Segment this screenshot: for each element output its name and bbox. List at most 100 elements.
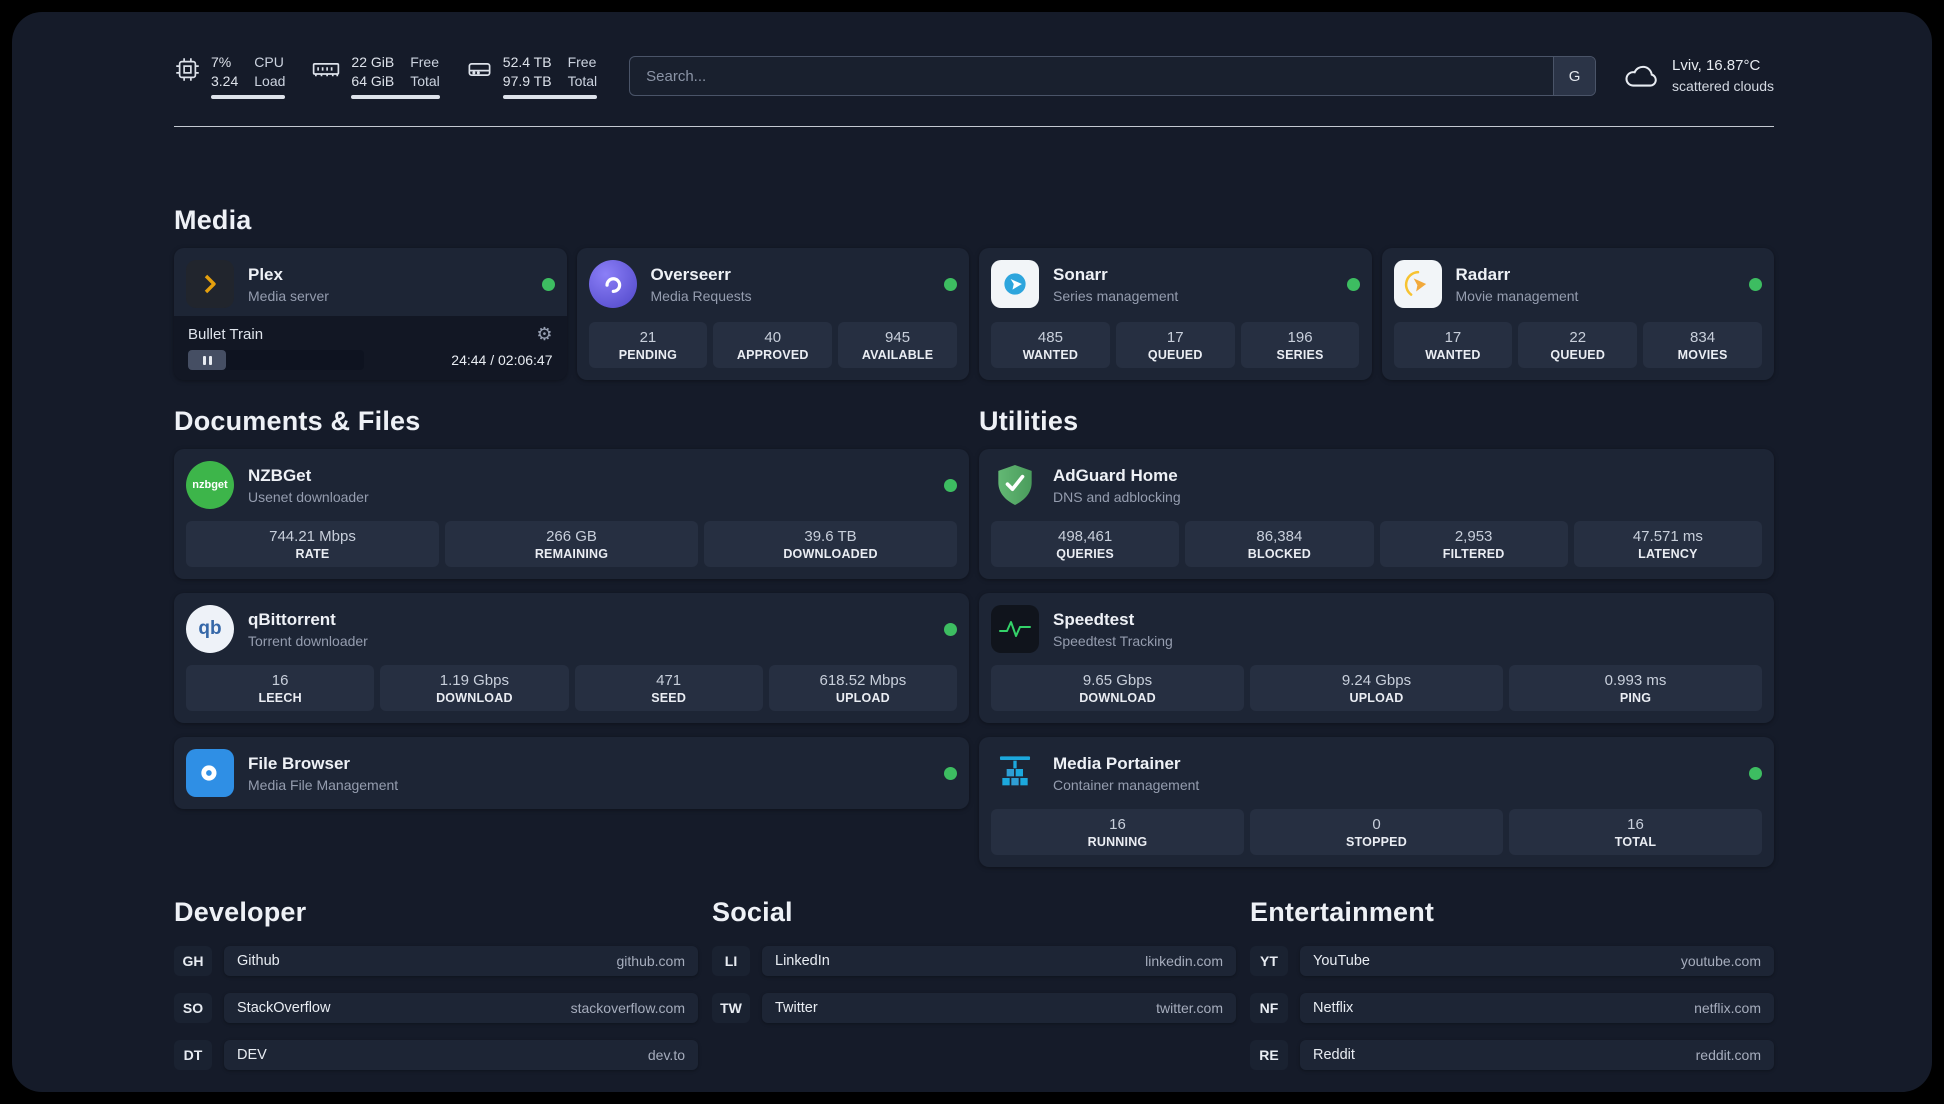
stat-value: 471 (656, 672, 682, 689)
section-title-utilities: Utilities (979, 406, 1079, 436)
bookmark-link-stackoverflow[interactable]: StackOverflow stackoverflow.com (224, 993, 698, 1023)
app-card-plex[interactable]: Plex Media server Bullet Train ⚙ 24:44 /… (174, 248, 567, 380)
gear-icon[interactable]: ⚙ (536, 325, 552, 343)
stat-value: 498,461 (1058, 528, 1113, 545)
stat-value: 196 (1287, 329, 1313, 346)
bookmark-link-reddit[interactable]: Reddit reddit.com (1300, 1040, 1774, 1070)
stat-box: 16 RUNNING (991, 809, 1244, 855)
bookmark-row: NF Netflix netflix.com (1250, 993, 1774, 1023)
app-card-filebrowser[interactable]: File Browser Media File Management (174, 737, 969, 809)
search-engine-button[interactable]: G (1553, 57, 1596, 95)
disk-label-1: Free (567, 54, 597, 71)
qbittorrent-icon[interactable]: qb (186, 605, 234, 653)
memory-labels: Free Total (410, 53, 440, 89)
bookmark-link-dev[interactable]: DEV dev.to (224, 1040, 698, 1070)
app-card-qbittorrent[interactable]: qb qBittorrent Torrent downloader 16 LEE… (174, 593, 969, 723)
status-indicator (1346, 277, 1360, 291)
disk-total: 97.9 TB (502, 72, 552, 89)
cpu-labels: CPU Load (254, 53, 285, 89)
stat-box: 0 STOPPED (1250, 809, 1503, 855)
sonarr-icon[interactable] (991, 260, 1039, 308)
stat-label: STOPPED (1346, 835, 1407, 849)
app-card-sonarr[interactable]: Sonarr Series management 485 WANTED 17 Q… (979, 248, 1372, 380)
stat-value: 2,953 (1454, 528, 1493, 545)
stat-label: WANTED (1425, 348, 1481, 362)
bookmark-link-netflix[interactable]: Netflix netflix.com (1300, 993, 1774, 1023)
playback-progress-bar (188, 350, 364, 370)
memory-label-1: Free (410, 54, 440, 71)
bookmark-name: YouTube (1313, 953, 1370, 969)
memory-values: 22 GiB 64 GiB (351, 53, 394, 89)
app-name: Radarr (1455, 264, 1511, 284)
youtube-icon: YT (1250, 946, 1288, 976)
status-indicator (944, 478, 957, 492)
cpu-values: 7% 3.24 (211, 53, 238, 89)
app-card-overseerr[interactable]: Overseerr Media Requests 21 PENDING 40 A… (576, 248, 969, 380)
bookmark-link-youtube[interactable]: YouTube youtube.com (1300, 946, 1774, 976)
plex-icon[interactable] (186, 260, 234, 308)
filebrowser-icon[interactable] (186, 749, 234, 797)
radarr-icon[interactable] (1393, 260, 1442, 308)
app-card-nzbget[interactable]: nzbget NZBGet Usenet downloader 744.21 M… (174, 449, 969, 579)
pause-button[interactable] (188, 350, 226, 370)
memory-free: 22 GiB (351, 54, 395, 71)
portainer-icon[interactable] (991, 749, 1039, 797)
status-indicator (944, 622, 957, 636)
app-card-adguard[interactable]: AdGuard Home DNS and adblocking 498,461 … (979, 449, 1774, 579)
stat-value: 618.52 Mbps (819, 672, 907, 689)
stat-value: 0.993 ms (1604, 672, 1667, 689)
top-bar: 7% 3.24 CPU Load 22 GiB 64 GiB Free Tota… (174, 52, 1774, 100)
stat-box: 17 QUEUED (1115, 322, 1235, 368)
stat-label: MOVIES (1677, 348, 1728, 362)
app-card-portainer[interactable]: Media Portainer Container management 16 … (979, 737, 1774, 867)
disk-values: 52.4 TB 97.9 TB (503, 53, 552, 89)
bookmark-link-github[interactable]: Github github.com (224, 946, 698, 976)
bookmark-url: youtube.com (1680, 953, 1761, 969)
app-subtitle: DNS and adblocking (1053, 488, 1181, 505)
bookmark-row: LI LinkedIn linkedin.com (712, 946, 1236, 976)
app-card-radarr[interactable]: Radarr Movie management 17 WANTED 22 QUE… (1381, 248, 1774, 380)
bookmark-row: YT YouTube youtube.com (1250, 946, 1774, 976)
bookmark-group-entertainment: Entertainment YT YouTube youtube.com NF … (1250, 897, 1774, 1087)
nzbget-icon[interactable]: nzbget (186, 461, 234, 509)
speedtest-icon[interactable] (991, 605, 1039, 653)
stat-value: 16 (1627, 816, 1644, 833)
app-name: File Browser (248, 753, 351, 773)
status-indicator (1749, 766, 1762, 780)
stat-label: SEED (651, 691, 687, 705)
reddit-icon: RE (1250, 1040, 1288, 1070)
stackoverflow-icon: SO (174, 993, 212, 1023)
stat-box: 40 APPROVED (713, 322, 833, 368)
stat-box: 9.65 Gbps DOWNLOAD (991, 665, 1244, 711)
bookmark-url: netflix.com (1694, 1000, 1761, 1016)
cpu-icon (174, 56, 201, 83)
search-input[interactable] (630, 57, 1554, 95)
stat-label: AVAILABLE (861, 348, 934, 362)
stat-value: 86,384 (1256, 528, 1303, 545)
status-indicator (944, 766, 957, 780)
adguard-icon[interactable] (991, 461, 1039, 509)
status-indicator (944, 277, 957, 291)
app-name: NZBGet (248, 465, 312, 485)
overseerr-icon[interactable] (588, 260, 637, 308)
app-subtitle: Movie management (1455, 287, 1579, 304)
app-subtitle: Container management (1053, 776, 1200, 793)
stat-box: 498,461 QUERIES (991, 521, 1180, 567)
header-divider (174, 126, 1774, 127)
dashboard: 7% 3.24 CPU Load 22 GiB 64 GiB Free Tota… (12, 12, 1932, 1092)
stat-value: 16 (271, 672, 289, 689)
app-name: Media Portainer (1053, 753, 1181, 773)
stat-box: 945 AVAILABLE (838, 322, 957, 368)
stat-box: 196 SERIES (1240, 322, 1360, 368)
stat-value: 9.65 Gbps (1082, 672, 1153, 689)
bookmark-name: DEV (237, 1047, 267, 1063)
app-card-speedtest[interactable]: Speedtest Speedtest Tracking 9.65 Gbps D… (979, 593, 1774, 723)
bookmark-url: linkedin.com (1145, 953, 1223, 969)
cpu-load-value: 3.24 (211, 72, 239, 89)
app-name: Speedtest (1053, 609, 1135, 629)
stat-box: 266 GB REMAINING (445, 521, 698, 567)
bookmark-link-twitter[interactable]: Twitter twitter.com (762, 993, 1236, 1023)
stat-box: 17 WANTED (1393, 322, 1513, 368)
bookmark-link-linkedin[interactable]: LinkedIn linkedin.com (762, 946, 1236, 976)
stat-label: DOWNLOAD (1079, 691, 1156, 705)
